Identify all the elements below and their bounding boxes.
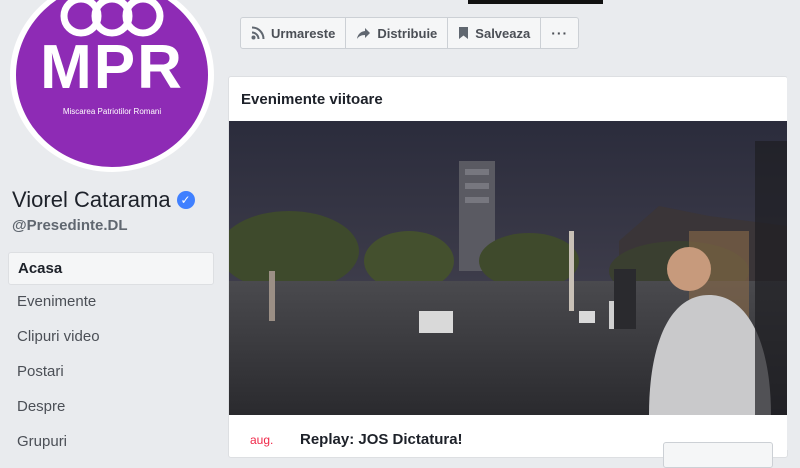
nav-item-grupuri[interactable]: Grupuri [8,425,214,460]
verified-check-icon: ✓ [176,191,195,209]
event-date-month: aug. [250,433,274,447]
more-button[interactable]: ··· [541,18,578,48]
nav-item-despre[interactable]: Despre [8,390,214,425]
follow-button[interactable]: Urmareste [241,18,347,48]
page-name[interactable]: Viorel Catarama ✓ [12,187,195,213]
follow-label: Urmareste [271,25,336,41]
cover-photo-edge [468,0,603,4]
nav-item-acasa[interactable]: Acasa [8,252,214,285]
bookmark-icon [459,27,469,39]
nav-item-postari[interactable]: Postari [8,355,214,390]
page-right-gutter [787,0,800,450]
rss-icon [251,26,265,40]
profile-logo: MPR Miscarea Patriotilor Romani [16,0,208,167]
share-label: Distribuie [377,25,438,41]
profile-picture-frame[interactable]: MPR Miscarea Patriotilor Romani [10,0,214,172]
event-cover-image[interactable] [229,121,787,415]
event-title[interactable]: Replay: JOS Dictatura! [300,431,463,448]
page-nav: Acasa Evenimente Clipuri video Postari D… [8,252,214,460]
events-heading: Evenimente viitoare [241,91,383,108]
logo-text: MPR [40,33,184,102]
page-action-bar: Urmareste Distribuie Salveaza ··· [240,17,580,49]
page-handle[interactable]: @Presedinte.DL [12,217,128,234]
share-button[interactable]: Distribuie [346,18,449,48]
save-label: Salveaza [475,25,531,41]
more-label: ··· [551,25,569,41]
event-interested-button[interactable] [663,442,773,468]
nav-item-clipuri-video[interactable]: Clipuri video [8,320,214,355]
page-name-text: Viorel Catarama [12,187,171,212]
upcoming-events-card: Evenimente viitoare aug. Replay: JOS Dic… [228,76,788,468]
share-arrow-icon [357,27,371,39]
nav-item-evenimente[interactable]: Evenimente [8,285,214,320]
logo-subtitle: Miscarea Patriotilor Romani [62,107,162,116]
page-sidebar: MPR Miscarea Patriotilor Romani Viorel C… [0,0,222,450]
protest-crowd-image [229,121,787,415]
save-button[interactable]: Salveaza [448,18,542,48]
